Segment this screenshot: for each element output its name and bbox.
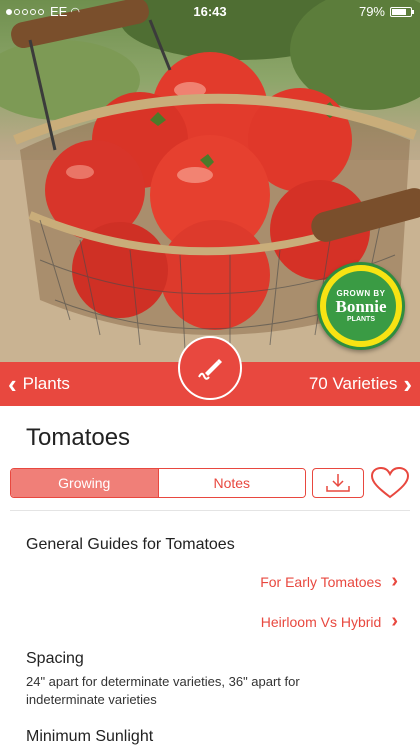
- chevron-left-icon: ‹: [8, 369, 17, 399]
- back-label: Plants: [22, 374, 70, 393]
- spacing-heading: Spacing: [26, 650, 84, 667]
- hero-image: EE ◠ 16:43 79% GROWN BY Bonnie PLANTS: [0, 0, 420, 362]
- guide-link-label: Heirloom Vs Hybrid: [260, 613, 382, 630]
- chevron-right-icon: ›: [403, 369, 412, 399]
- guide-link-heirloom-vs-hybrid[interactable]: Heirloom Vs Hybrid ›: [261, 610, 398, 633]
- badge-brand: Bonnie: [335, 297, 387, 316]
- write-note-button[interactable]: [178, 336, 242, 400]
- battery-icon: [390, 6, 414, 17]
- pen-scribble-icon: [198, 359, 222, 380]
- battery-percent: 79%: [358, 4, 385, 19]
- chevron-right-icon: ›: [391, 610, 398, 632]
- section-divider: [10, 510, 410, 511]
- view-segmented-control: Growing Notes: [10, 468, 306, 498]
- sunlight-heading: Minimum Sunlight: [26, 728, 154, 745]
- chevron-right-icon: ›: [391, 570, 398, 592]
- page-title: Tomatoes: [26, 424, 131, 451]
- download-tray-icon: [326, 474, 350, 492]
- spacing-text: 24" apart for determinate varieties, 36"…: [26, 674, 300, 707]
- download-button[interactable]: [312, 468, 364, 498]
- guides-heading: General Guides for Tomatoes: [26, 536, 235, 553]
- heart-icon[interactable]: [370, 466, 410, 500]
- status-bar: EE ◠ 16:43 79%: [0, 0, 420, 22]
- status-time: 16:43: [193, 4, 227, 19]
- tab-notes[interactable]: Notes: [157, 469, 305, 497]
- badge-bottom-text: PLANTS: [347, 316, 375, 323]
- tab-growing[interactable]: Growing: [11, 469, 158, 497]
- bonnie-plants-badge: GROWN BY Bonnie PLANTS: [317, 262, 405, 350]
- guide-link-early-tomatoes[interactable]: For Early Tomatoes ›: [260, 570, 398, 593]
- varieties-button[interactable]: 70 Varieties ›: [309, 362, 412, 406]
- back-to-plants-button[interactable]: ‹ Plants: [8, 362, 70, 406]
- varieties-label: 70 Varieties: [308, 374, 398, 393]
- guide-link-label: For Early Tomatoes: [260, 573, 382, 590]
